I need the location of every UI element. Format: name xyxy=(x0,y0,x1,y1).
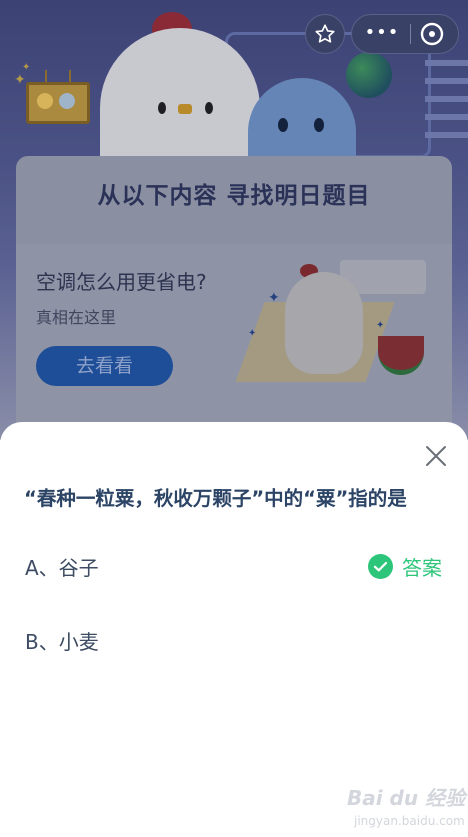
chicken-beak xyxy=(178,104,192,114)
mascot-eye xyxy=(314,118,324,132)
answer-label: 答案 xyxy=(402,555,442,580)
sparkle-icon: ✦ xyxy=(22,62,31,73)
sheet-close-button[interactable] xyxy=(420,440,452,472)
background-decoration xyxy=(425,60,468,140)
gold-medal-icon xyxy=(37,93,53,109)
planet-illustration xyxy=(346,52,392,98)
sparkle-icon: ✦ xyxy=(268,290,280,306)
chicken-eye xyxy=(158,102,166,114)
option-b[interactable]: B、小麦 xyxy=(25,626,99,655)
ad-title: 空调怎么用更省电? xyxy=(36,270,207,294)
chicken-eye xyxy=(205,102,213,114)
favorite-button[interactable] xyxy=(305,14,345,54)
chicken-fanning-illustration xyxy=(285,272,363,374)
ad-subtitle: 真相在这里 xyxy=(36,308,117,327)
question-text: “春种一粒粟，秋收万颗子”中的“粟”指的是 xyxy=(24,487,407,510)
sparkle-icon: ✦ xyxy=(14,72,26,88)
go-see-button[interactable]: 去看看 xyxy=(36,346,173,386)
sparkle-icon: ✦ xyxy=(376,320,385,331)
check-circle-icon xyxy=(368,553,393,579)
baidu-watermark-logo: Bai du 经验 xyxy=(347,786,466,810)
answer-badge: 答案 xyxy=(368,552,442,580)
option-a[interactable]: A、谷子 xyxy=(25,552,99,581)
more-dots-icon: ••• xyxy=(364,22,400,43)
card-title: 从以下内容 寻找明日题目 xyxy=(97,183,371,209)
star-outline-icon xyxy=(315,24,335,43)
silver-medal-icon xyxy=(59,93,75,109)
close-circle-icon xyxy=(420,22,444,46)
baidu-watermark-url: jingyan.baidu.com xyxy=(354,814,465,828)
close-mini-program-button[interactable] xyxy=(416,18,448,50)
medal-frame-illustration xyxy=(26,82,90,124)
mascot-eye xyxy=(278,118,288,132)
sparkle-icon: ✦ xyxy=(248,328,257,339)
close-x-icon xyxy=(426,446,446,466)
more-button[interactable]: ••• xyxy=(356,14,408,54)
capsule-divider xyxy=(410,24,411,44)
